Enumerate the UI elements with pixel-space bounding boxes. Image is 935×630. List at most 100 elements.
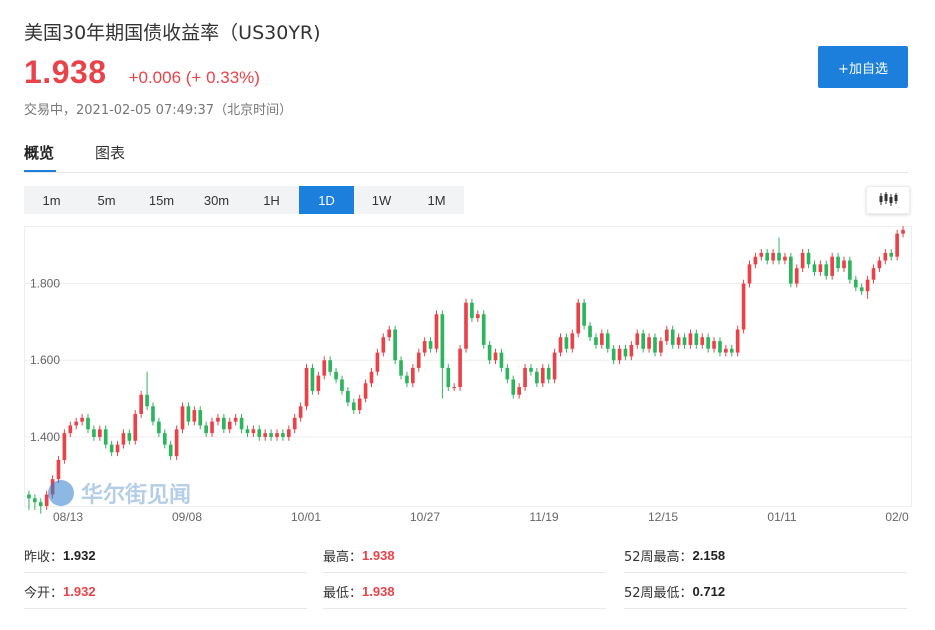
stat-low: 最低： 1.938	[323, 574, 606, 609]
candle-body	[588, 325, 592, 338]
candle-body	[901, 229, 905, 234]
candle-body	[889, 252, 894, 257]
active-tab-indicator	[24, 170, 56, 172]
stat-label: 今开：	[24, 585, 64, 601]
tab-chart[interactable]: 图表	[95, 142, 125, 163]
watermark-logo	[48, 480, 74, 506]
stat-value: 0.712	[692, 583, 726, 599]
period-selector: 1m 5m 15m 30m 1H 1D 1W 1M	[24, 186, 464, 214]
candle-body	[334, 371, 338, 380]
candle-body	[38, 502, 43, 506]
candle-body	[617, 348, 622, 361]
chart-type-button[interactable]	[866, 186, 910, 214]
candle-body	[824, 264, 829, 276]
candle-body	[670, 329, 675, 345]
current-price: 1.938	[24, 54, 107, 90]
x-tick-label: 10/01	[291, 510, 321, 524]
y-tick-label: 1.400	[30, 430, 60, 444]
stat-high: 最高： 1.938	[323, 538, 606, 573]
stat-52w-low: 52周最低： 0.712	[624, 574, 907, 609]
stat-label: 52周最低：	[624, 585, 693, 601]
candle-body	[62, 433, 67, 460]
candle-body	[836, 256, 840, 269]
candle-body	[505, 367, 510, 380]
candle-body	[682, 337, 687, 345]
candle-body	[517, 387, 521, 395]
candle-body	[794, 268, 799, 284]
candle-body	[109, 444, 114, 453]
candle-body	[245, 429, 250, 434]
candle-body	[871, 268, 876, 280]
x-tick-label: 11/19	[529, 510, 558, 524]
candle-body	[647, 337, 651, 349]
period-1w[interactable]: 1W	[354, 186, 409, 214]
tab-overview[interactable]: 概览	[24, 142, 54, 163]
stat-value: 2.158	[692, 547, 726, 563]
candle-body	[493, 352, 498, 361]
period-1d[interactable]: 1D	[299, 186, 354, 214]
candle-body	[830, 256, 835, 276]
candle-body	[747, 264, 752, 284]
period-1m[interactable]: 1m	[24, 186, 79, 214]
candle-body	[387, 329, 392, 338]
candle-body	[411, 367, 415, 384]
period-1h[interactable]: 1H	[244, 186, 299, 214]
candle-body	[263, 433, 268, 437]
candle-body	[664, 329, 669, 342]
y-tick-label: 1.600	[30, 353, 60, 367]
candle-body	[286, 429, 291, 437]
candle-body	[706, 337, 710, 349]
candle-body	[558, 337, 563, 353]
candle-body	[351, 402, 356, 411]
candle-body	[381, 337, 386, 353]
candle-body	[470, 302, 474, 319]
instrument-title: 美国30年期国债收益率（US30YR)	[24, 22, 321, 44]
candle-body	[735, 329, 740, 353]
candle-body	[812, 264, 817, 273]
period-30m[interactable]: 30m	[189, 186, 244, 214]
candle-body	[741, 283, 746, 330]
candle-body	[316, 375, 321, 391]
candle-body	[357, 398, 362, 411]
candle-body	[859, 287, 864, 292]
candle-body	[576, 302, 581, 334]
candle-body	[552, 352, 557, 380]
candle-body	[676, 337, 681, 345]
candle-body	[33, 498, 37, 503]
candle-body	[700, 337, 705, 345]
candle-body	[121, 433, 126, 445]
candle-body	[74, 421, 79, 426]
add-to-watchlist-button[interactable]: +加自选	[818, 46, 908, 88]
candle-body	[393, 329, 397, 361]
candle-body	[641, 333, 646, 349]
candle-body	[753, 256, 758, 265]
candle-body	[139, 394, 143, 414]
candle-body	[346, 390, 350, 403]
candle-body	[464, 302, 468, 349]
candle-body	[257, 429, 262, 437]
candle-body	[783, 256, 787, 261]
period-5m[interactable]: 5m	[79, 186, 134, 214]
stat-label: 52周最高：	[624, 549, 693, 565]
period-15m[interactable]: 15m	[134, 186, 189, 214]
candle-body	[777, 252, 781, 261]
candle-body	[251, 429, 256, 434]
stat-value: 1.932	[63, 583, 96, 599]
candle-body	[422, 341, 427, 353]
candle-body	[759, 252, 764, 257]
candle-body	[434, 314, 439, 349]
price-chart[interactable]: 1.400 1.600 1.800 华尔街见闻 08/13 09/08 10/01 10/27…	[24, 226, 912, 526]
candle-body	[275, 433, 279, 437]
candle-body	[56, 459, 61, 480]
candle-body	[523, 367, 527, 388]
stat-label: 最低：	[323, 585, 363, 601]
stat-52w-high: 52周最高： 2.158	[624, 538, 907, 573]
candle-body	[281, 433, 285, 437]
candle-body	[440, 314, 445, 368]
candle-body	[239, 417, 244, 430]
candle-body	[694, 333, 699, 345]
plot-area	[24, 226, 912, 507]
period-1mo[interactable]: 1M	[409, 186, 464, 214]
x-tick-label: 09/08	[172, 510, 202, 524]
candle-body	[765, 252, 770, 261]
